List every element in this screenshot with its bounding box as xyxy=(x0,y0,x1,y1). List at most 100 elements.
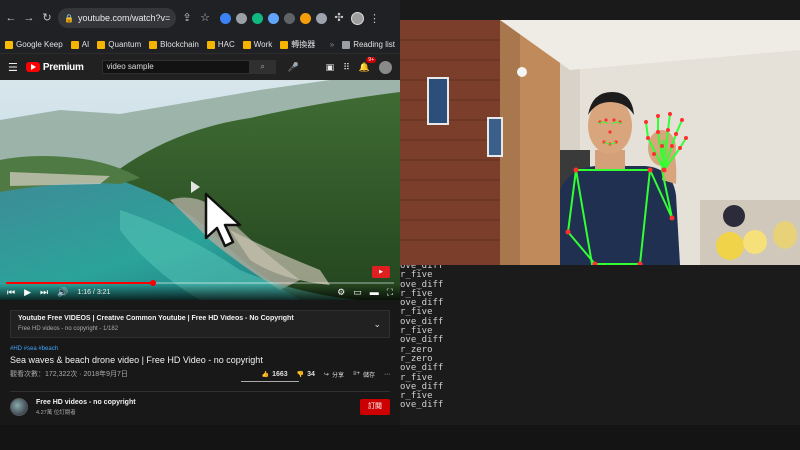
bookmark-google-keep[interactable]: Google Keep xyxy=(5,40,63,49)
playlist-panel[interactable]: Youtube Free VIDEOS | Creative Common Yo… xyxy=(10,310,390,338)
share-label: 分享 xyxy=(331,372,344,379)
extensions-row: ✣ ⋮ xyxy=(220,11,380,25)
folder-icon xyxy=(97,40,106,49)
more-bookmarks[interactable]: » xyxy=(330,40,334,49)
bookmark-label: AI xyxy=(81,40,90,49)
bottom-strip xyxy=(0,425,800,450)
hamburger-icon[interactable]: ☰ xyxy=(8,61,18,74)
dislike-button[interactable]: 👎 34 xyxy=(297,371,315,378)
terminal-line: r_five xyxy=(400,326,433,337)
extension-icon[interactable] xyxy=(284,12,295,24)
search-input[interactable]: video sample xyxy=(101,60,250,74)
extension-icon[interactable] xyxy=(268,12,279,24)
extension-icon[interactable] xyxy=(236,12,247,24)
thumbs-up-icon: 👍 xyxy=(261,371,270,378)
theater-mode-icon[interactable]: ▬ xyxy=(370,287,379,298)
channel-avatar[interactable] xyxy=(10,398,28,416)
player-right-controls: ⚙ ▭ ▬ ⛶ xyxy=(337,287,393,298)
bookmark-converter[interactable]: 轉換器 xyxy=(280,39,315,50)
notifications-bell[interactable]: 🔔 9+ xyxy=(359,56,376,73)
bookmark-label: Google Keep xyxy=(16,40,63,49)
playlist-title[interactable]: Youtube Free VIDEOS | Creative Common Yo… xyxy=(18,315,382,322)
reading-list[interactable]: Reading list xyxy=(342,40,395,49)
subscribe-watermark[interactable]: ▶ xyxy=(372,266,390,278)
create-video-icon[interactable]: ▣ xyxy=(326,62,335,73)
browser-window: ← → ↻ 🔒 youtube.com/watch?v=... ⇪ ☆ ✣ ⋮ xyxy=(0,0,400,425)
share-page-icon[interactable]: ⇪ xyxy=(180,11,194,25)
terminal-line: r_five xyxy=(400,307,433,318)
bookmark-star-icon[interactable]: ☆ xyxy=(198,11,212,25)
profile-avatar[interactable] xyxy=(351,11,364,25)
bookmark-ai[interactable]: AI xyxy=(70,40,90,49)
like-button[interactable]: 👍 1663 xyxy=(262,371,288,378)
video-frame xyxy=(0,80,400,300)
bookmarks-bar: Google Keep AI Quantum Blockchain HAC Wo… xyxy=(0,36,400,54)
microphone-icon[interactable]: 🎤 xyxy=(288,62,299,73)
folder-icon xyxy=(206,40,215,49)
video-info: #HD #sea #beach Sea waves & beach drone … xyxy=(0,338,400,382)
previous-icon[interactable]: ⏮ xyxy=(7,287,15,298)
reading-list-icon xyxy=(342,40,351,49)
fullscreen-icon[interactable]: ⛶ xyxy=(387,287,393,298)
youtube-logo[interactable]: Premium xyxy=(25,61,84,73)
bookmark-work[interactable]: Work xyxy=(242,40,272,49)
folder-icon xyxy=(70,40,79,49)
playlist-subtitle: Free HD videos - no copyright - 1/182 xyxy=(18,326,119,332)
play-overlay-icon[interactable] xyxy=(191,181,200,193)
miniplayer-icon[interactable]: ▭ xyxy=(353,287,362,298)
player-controls: ⏮ ▶ ⏭ 🔊 1:16 / 3:21 ⚙ ▭ ▬ ⛶ xyxy=(0,284,400,300)
extension-icon[interactable] xyxy=(252,12,263,24)
reload-icon[interactable]: ↻ xyxy=(40,11,54,25)
terminal-output: ove_diff r_five ove_diff r_five ove_diff r_fi… xyxy=(400,265,800,425)
bookmark-quantum[interactable]: Quantum xyxy=(97,40,141,49)
bookmark-label: 轉換器 xyxy=(291,40,316,49)
thumbs-down-icon: 👎 xyxy=(296,371,305,378)
terminal-line: ove_diff xyxy=(400,400,444,411)
search-bar: video sample ⌕ xyxy=(101,60,276,74)
terminal-lines: ove_diff r_five ove_diff r_five ove_diff r_fi… xyxy=(400,265,800,411)
puzzle-icon[interactable]: ✣ xyxy=(332,11,346,25)
address-url: youtube.com/watch?v=... xyxy=(77,13,170,23)
view-count: 觀看次數：172,322次 · 2018年9月7日 xyxy=(10,371,128,378)
logo-text: Premium xyxy=(42,61,84,73)
notification-count: 9+ xyxy=(366,56,376,63)
bookmark-blockchain[interactable]: Blockchain xyxy=(149,40,199,49)
terminal-line: r_five xyxy=(400,270,433,281)
folder-icon xyxy=(149,40,158,49)
search-icon[interactable]: ⌕ xyxy=(249,60,276,74)
subscriber-count: 4.27萬 位訂閱者 xyxy=(36,409,76,416)
address-bar[interactable]: 🔒 youtube.com/watch?v=... xyxy=(58,8,176,28)
channel-name[interactable]: Free HD videos - no copyright xyxy=(36,399,136,406)
meta-row: 觀看次數：172,322次 · 2018年9月7日 👍 1663 👎 34 ↪ 分享 … xyxy=(10,369,390,379)
bookmark-hac[interactable]: HAC xyxy=(206,40,235,49)
like-count: 1663 xyxy=(272,370,288,378)
apps-grid-icon[interactable]: ⠿ xyxy=(343,62,350,73)
next-icon[interactable]: ⏭ xyxy=(40,287,48,298)
share-button[interactable]: ↪ 分享 xyxy=(324,370,344,379)
terminal-line: ove_diff xyxy=(400,335,444,346)
terminal-line: r_five xyxy=(400,288,433,299)
extension-icon[interactable] xyxy=(316,12,327,24)
subscribe-button[interactable]: 訂閱 xyxy=(360,399,390,415)
video-title: Sea waves & beach drone video | Free HD … xyxy=(10,355,263,365)
play-icon[interactable]: ▶ xyxy=(24,287,31,298)
menu-dots-icon[interactable]: ⋮ xyxy=(369,12,380,25)
bookmark-label: Quantum xyxy=(108,40,142,49)
reading-list-label: Reading list xyxy=(353,40,395,49)
forward-icon[interactable]: → xyxy=(22,11,36,25)
volume-icon[interactable]: 🔊 xyxy=(57,287,68,298)
metamask-icon[interactable] xyxy=(300,12,311,24)
time-display: 1:16 / 3:21 xyxy=(77,288,111,296)
bookmark-label: Blockchain xyxy=(160,40,199,49)
folder-icon xyxy=(280,40,289,49)
extension-icon[interactable] xyxy=(220,12,231,24)
more-actions-icon[interactable]: ⋯ xyxy=(384,371,390,378)
video-player[interactable]: ▶ ⏮ ▶ ⏭ 🔊 1:16 / 3:21 ⚙ ▭ ▬ ⛶ xyxy=(0,80,400,300)
account-avatar[interactable] xyxy=(379,60,392,74)
settings-gear-icon[interactable]: ⚙ xyxy=(337,287,345,298)
hashtags[interactable]: #HD #sea #beach xyxy=(10,346,390,352)
save-button[interactable]: ≡+ 儲存 xyxy=(353,370,375,379)
header-actions: ▣ ⠿ 🔔 9+ xyxy=(326,56,392,74)
back-icon[interactable]: ← xyxy=(4,11,18,25)
chevron-down-icon[interactable]: ⌄ xyxy=(373,319,381,330)
